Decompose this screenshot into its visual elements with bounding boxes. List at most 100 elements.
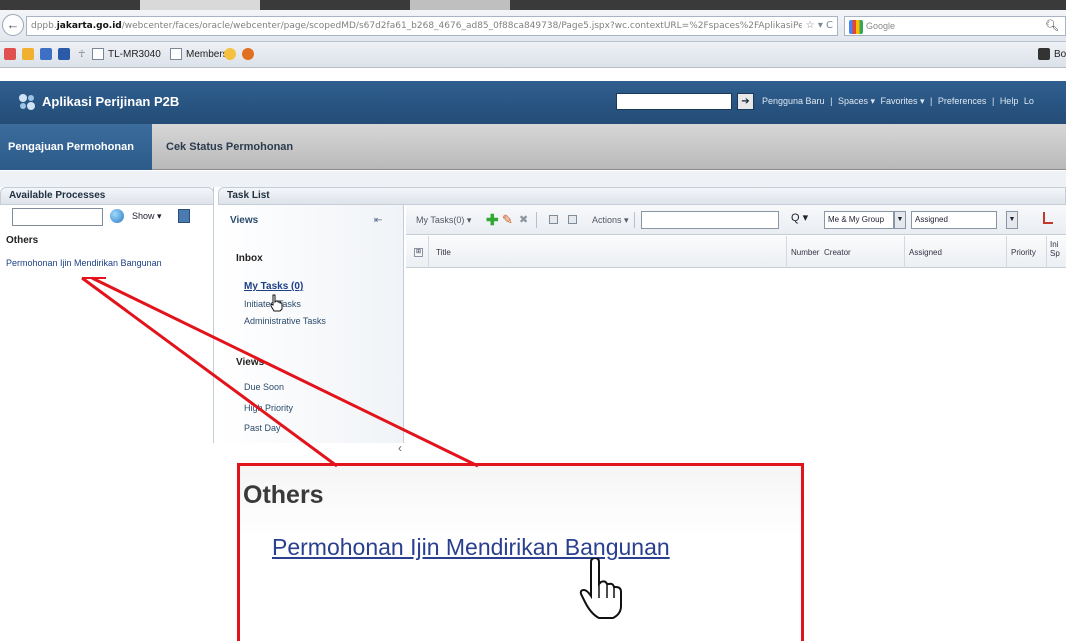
bookmark-separator-icon: ☥	[78, 49, 86, 60]
views-header: Views	[230, 215, 259, 226]
state-filter-select[interactable]: Assigned	[911, 211, 997, 229]
actions-menu[interactable]: Actions ▾	[592, 215, 629, 226]
toolbar-square-icon[interactable]	[549, 215, 558, 224]
task-search-icon[interactable]: Q ▾	[791, 211, 808, 224]
url-domain: jakarta.go.id	[56, 21, 122, 31]
available-processes-title: Available Processes	[0, 187, 214, 205]
browser-tab[interactable]	[410, 0, 510, 10]
views-column: Views ⇤ Inbox My Tasks (0) Initiated Tas…	[218, 205, 404, 455]
bookmark-icon[interactable]	[40, 48, 52, 60]
header-link-spaces[interactable]: Spaces ▾	[838, 96, 875, 106]
column-number[interactable]: Number	[791, 248, 819, 257]
bookmark-icon[interactable]	[242, 48, 254, 60]
zoom-callout: Others Permohonan Ijin Mendirikan Bangun…	[237, 463, 804, 641]
view-item-my-tasks[interactable]: My Tasks (0)	[244, 281, 303, 292]
my-tasks-menu[interactable]: My Tasks(0) ▾	[416, 215, 471, 226]
app-nav-tabs: Pengajuan Permohonan Cek Status Permohon…	[0, 124, 1066, 170]
delete-task-icon[interactable]: ✖	[519, 213, 528, 226]
google-icon	[849, 19, 863, 34]
bookmarks-folder-icon[interactable]	[1038, 48, 1050, 60]
bookmark-icon[interactable]	[22, 48, 34, 60]
inbox-section-label: Inbox	[236, 253, 263, 264]
chart-icon[interactable]	[1043, 212, 1053, 224]
bookmark-icon[interactable]	[224, 48, 236, 60]
task-grid-header: ⊞ Title Number Creator Assigned Priority…	[406, 236, 1066, 268]
task-list-panel: Task List Views ⇤ Inbox My Tasks (0) Ini…	[218, 187, 1066, 455]
column-creator[interactable]: Creator	[824, 248, 851, 257]
browser-tab[interactable]	[140, 0, 260, 10]
header-link-help[interactable]: Help	[1000, 96, 1019, 106]
callout-process-link[interactable]: Permohonan Ijin Mendirikan Bangunan	[272, 534, 670, 561]
header-search-input[interactable]	[616, 93, 732, 110]
view-item-past-day[interactable]: Past Day	[244, 423, 281, 433]
globe-icon[interactable]	[110, 209, 124, 223]
process-search-input[interactable]	[12, 208, 103, 226]
browser-tab-strip	[0, 0, 1066, 10]
group-filter-select[interactable]: Me & My Group	[824, 211, 894, 229]
process-link-imb[interactable]: Permohonan Ijin Mendirikan Bangunan	[6, 258, 162, 268]
browser-address-row: ← dppb.jakarta.go.id/webcenter/faces/ora…	[0, 10, 1066, 42]
header-link-pengguna-baru[interactable]: Pengguna Baru	[762, 96, 825, 106]
task-search-input[interactable]	[641, 211, 779, 229]
column-divider	[904, 236, 905, 268]
view-item-administrative-tasks[interactable]: Administrative Tasks	[244, 316, 326, 326]
collapse-pane-icon[interactable]: ⇤	[374, 215, 382, 226]
column-title[interactable]: Title	[436, 248, 451, 257]
column-initiator[interactable]: Ini Sp	[1050, 240, 1064, 258]
view-item-due-soon[interactable]: Due Soon	[244, 382, 284, 392]
header-link-logout[interactable]: Lo	[1024, 96, 1034, 106]
column-priority[interactable]: Priority	[1011, 248, 1036, 257]
bookmarks-bar: ☥ TL-MR3040 Members Boo	[0, 42, 1066, 68]
views-section-label: Views	[236, 357, 265, 368]
tab-pengajuan-permohonan[interactable]: Pengajuan Permohonan	[0, 124, 152, 170]
bookmark-right[interactable]: Boo	[1054, 48, 1066, 61]
edit-task-icon[interactable]: ✎	[502, 212, 513, 228]
select-all-checkbox[interactable]: ⊞	[414, 248, 423, 257]
app-title: Aplikasi Perijinan P2B	[42, 94, 180, 109]
column-divider	[786, 236, 787, 268]
bookmark-checkbox-icon[interactable]	[170, 48, 182, 60]
header-links: Pengguna Baru | Spaces ▾ Favorites ▾ | P…	[762, 96, 1037, 107]
task-toolbar: My Tasks(0) ▾ ✚ ✎ ✖ Actions ▾ Q ▾ Me & M…	[406, 205, 1066, 235]
header-link-favorites[interactable]: Favorites ▾	[881, 96, 925, 106]
bookmark-checkbox-icon[interactable]	[92, 48, 104, 60]
app-top-gap	[0, 69, 1066, 81]
toolbar-divider	[634, 212, 635, 228]
bookmark-tl-mr3040[interactable]: TL-MR3040	[108, 48, 161, 61]
url-path: /webcenter/faces/oracle/webcenter/page/s…	[121, 21, 832, 31]
splitter-handle-icon[interactable]: ‹	[398, 441, 402, 455]
star-refresh-icons[interactable]: ☆ ▾ C	[801, 17, 833, 35]
search-icon[interactable]: 🔍︎	[1045, 17, 1059, 35]
column-assigned[interactable]: Assigned	[909, 248, 942, 257]
header-divider: |	[991, 96, 995, 106]
tab-cek-status-permohonan[interactable]: Cek Status Permohonan	[166, 124, 293, 170]
screenshot-page: ← dppb.jakarta.go.id/webcenter/faces/ora…	[0, 0, 1066, 641]
browser-search-box[interactable]: Google 🔍︎	[844, 16, 1066, 36]
bookmark-icon[interactable]	[58, 48, 70, 60]
column-divider	[1046, 236, 1047, 268]
back-arrow-icon[interactable]: ←	[2, 14, 24, 36]
chevron-down-icon[interactable]: ▼	[1006, 211, 1018, 229]
task-list-title: Task List	[218, 187, 1066, 205]
column-divider	[428, 236, 429, 268]
toolbar-square-icon[interactable]	[568, 215, 577, 224]
content-top-gap	[0, 171, 1066, 187]
process-group-label: Others	[6, 235, 39, 246]
add-task-icon[interactable]: ✚	[486, 211, 499, 229]
refresh-list-icon[interactable]	[178, 209, 190, 223]
available-processes-panel: Available Processes Show ▾ Others Permoh…	[0, 187, 214, 443]
header-link-preferences[interactable]: Preferences	[938, 96, 987, 106]
bookmark-icon[interactable]	[4, 48, 16, 60]
callout-group-label: Others	[243, 481, 324, 509]
header-divider: |	[830, 96, 833, 106]
toolbar-divider	[536, 212, 537, 228]
app-logo-icon	[19, 94, 35, 110]
app-header: Aplikasi Perijinan P2B ➔ Pengguna Baru |…	[0, 81, 1066, 124]
chevron-down-icon[interactable]: ▼	[894, 211, 906, 229]
show-menu[interactable]: Show ▾	[132, 211, 162, 222]
address-bar[interactable]: dppb.jakarta.go.id/webcenter/faces/oracl…	[26, 16, 838, 36]
bookmark-members[interactable]: Members	[186, 48, 228, 61]
view-item-high-priority[interactable]: High Priority	[244, 403, 293, 413]
header-search-go-button[interactable]: ➔	[737, 93, 754, 110]
url-prefix: dppb.	[31, 21, 57, 31]
